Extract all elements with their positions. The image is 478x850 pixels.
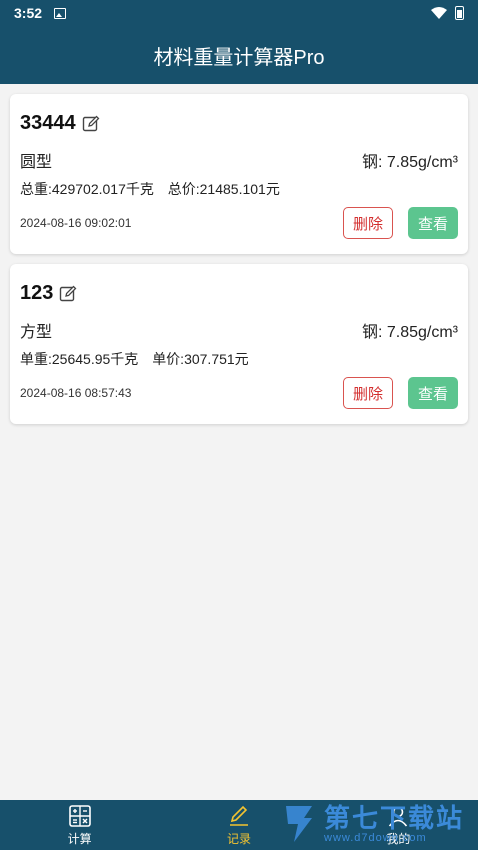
nav-tab-mine[interactable]: 我的	[319, 800, 478, 850]
record-summary: 单重:25645.95千克 单价:307.751元	[20, 349, 249, 369]
calculator-icon	[68, 804, 91, 827]
record-weight: 总重:429702.017千克	[20, 181, 154, 197]
record-name-row: 123	[20, 282, 77, 305]
view-button[interactable]: 查看	[408, 377, 458, 409]
app-title-bar: 材料重量计算器Pro	[0, 26, 478, 84]
record-name: 123	[20, 282, 54, 304]
app-title: 材料重量计算器Pro	[153, 46, 325, 69]
image-notification-icon	[54, 7, 67, 19]
view-button[interactable]: 查看	[408, 207, 458, 239]
nav-tab-records[interactable]: 记录	[159, 800, 318, 850]
record-card: 33444 圆型 钢: 7.85g/cm³ 总重:429702.017千克 总价…	[10, 94, 468, 254]
record-weight: 单重:25645.95千克	[20, 351, 139, 367]
nav-tab-label: 我的	[386, 831, 411, 846]
record-shape: 圆型	[20, 154, 53, 171]
record-name-row: 33444	[20, 112, 100, 135]
delete-button[interactable]: 删除	[343, 207, 393, 239]
pencil-icon	[229, 805, 248, 826]
nav-tab-label: 计算	[67, 831, 92, 846]
record-name: 33444	[20, 112, 76, 134]
edit-icon[interactable]	[59, 285, 77, 303]
record-summary: 总重:429702.017千克 总价:21485.101元	[20, 179, 280, 199]
person-icon	[389, 806, 408, 827]
wifi-icon	[431, 7, 447, 19]
records-list: 33444 圆型 钢: 7.85g/cm³ 总重:429702.017千克 总价…	[10, 94, 468, 434]
status-time: 3:52	[14, 5, 43, 21]
record-price: 单价:307.751元	[152, 351, 249, 367]
record-date: 2024-08-16 08:57:43	[20, 386, 132, 400]
record-date: 2024-08-16 09:02:01	[20, 216, 132, 230]
delete-button[interactable]: 删除	[343, 377, 393, 409]
status-bar: 3:52	[0, 0, 478, 26]
nav-tab-label: 记录	[226, 831, 251, 846]
record-price: 总价:21485.101元	[167, 181, 280, 197]
record-material: 钢: 7.85g/cm³	[361, 154, 458, 171]
record-material: 钢: 7.85g/cm³	[361, 324, 458, 341]
edit-icon[interactable]	[82, 115, 100, 133]
battery-icon	[455, 6, 464, 20]
record-card: 123 方型 钢: 7.85g/cm³ 单重:25645.95千克 单价:307…	[10, 264, 468, 424]
bottom-navigation: 计算 记录 我的	[0, 800, 478, 850]
record-shape: 方型	[20, 324, 53, 341]
nav-tab-calculate[interactable]: 计算	[0, 800, 159, 850]
